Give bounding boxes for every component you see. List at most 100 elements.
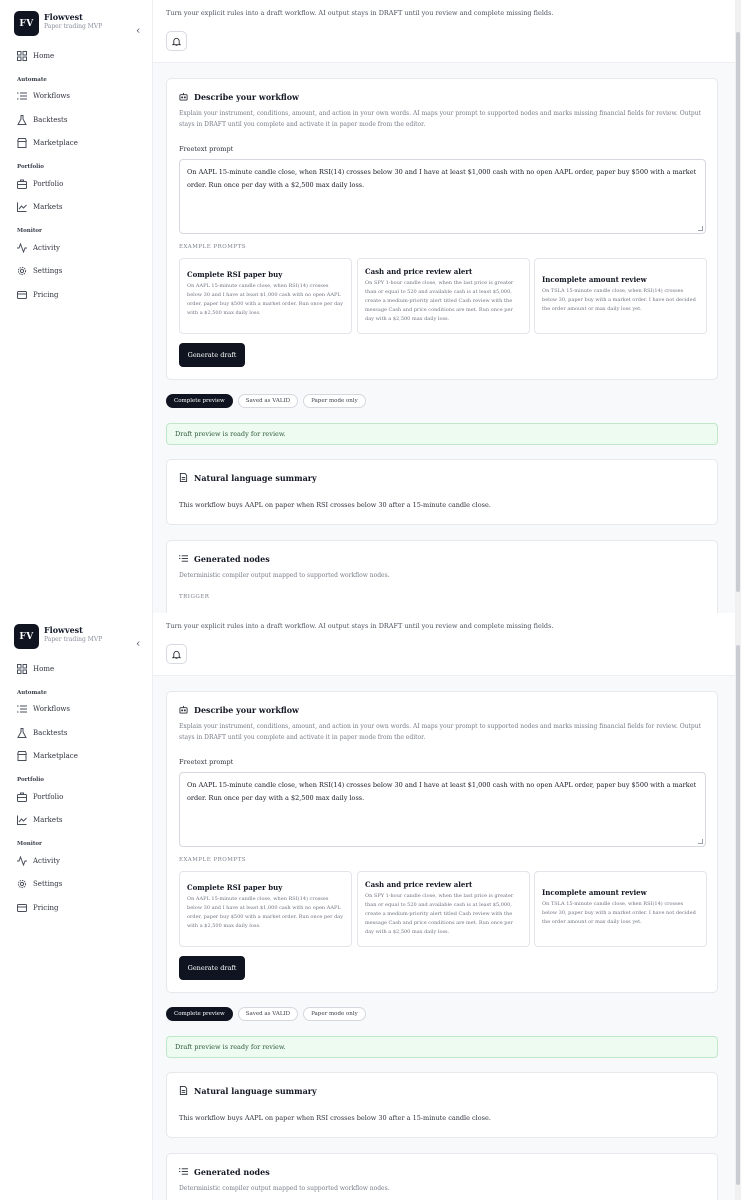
bell-icon xyxy=(172,37,181,46)
brand-subtitle: Paper trading MVP xyxy=(44,23,103,30)
prompt-textarea-value: On AAPL 15-minute candle close, when RSI… xyxy=(187,168,697,189)
example-card-incomplete[interactable]: Incomplete amount review On TSLA 15-minu… xyxy=(534,871,707,947)
sidebar-item-label: Portfolio xyxy=(33,792,64,801)
scrollbar-thumb[interactable] xyxy=(736,645,740,1185)
document-icon xyxy=(179,473,189,483)
notifications-button[interactable] xyxy=(166,31,187,51)
example-card-incomplete[interactable]: Incomplete amount review On TSLA 15-minu… xyxy=(534,258,707,334)
tab-complete-preview[interactable]: Complete preview xyxy=(166,394,233,408)
sidebar-item-label: Marketplace xyxy=(33,752,78,761)
sidebar-item-home[interactable]: Home xyxy=(0,657,153,681)
page-header: Turn your explicit rules into a draft wo… xyxy=(153,0,741,63)
chart-line-icon xyxy=(16,201,28,213)
nodes-title: Generated nodes xyxy=(179,554,270,564)
sidebar-item-label: Backtests xyxy=(33,728,68,737)
describe-description: Explain your instrument, conditions, amo… xyxy=(179,110,702,128)
sidebar-item-workflows[interactable]: Workflows xyxy=(0,698,153,722)
sidebar-item-pricing[interactable]: Pricing xyxy=(0,896,153,920)
flask-icon xyxy=(16,114,28,126)
describe-workflow-card: Describe your workflow Explain your inst… xyxy=(166,691,718,993)
scrollbar-thumb[interactable] xyxy=(736,32,740,592)
sidebar-item-label: Workflows xyxy=(33,92,70,101)
ready-banner: Draft preview is ready for review. xyxy=(166,423,718,445)
describe-title-text: Describe your workflow xyxy=(194,92,299,102)
status-badge-valid: Saved as VALID xyxy=(237,394,299,408)
example-card-rsi[interactable]: Complete RSI paper buy On AAPL 15-minute… xyxy=(179,871,352,947)
brand-logo: FV xyxy=(14,11,39,36)
briefcase-icon xyxy=(16,178,28,190)
nav-section-monitor: Monitor xyxy=(17,841,42,847)
sidebar-item-settings[interactable]: Settings xyxy=(0,873,153,897)
sidebar-item-label: Activity xyxy=(33,856,60,865)
list-icon xyxy=(179,554,189,564)
credit-card-icon xyxy=(16,902,28,914)
sidebar-item-marketplace[interactable]: Marketplace xyxy=(0,745,153,769)
example-card-cash[interactable]: Cash and price review alert On SPY 1-hou… xyxy=(357,258,530,334)
example-text: On AAPL 15-minute candle close, when RSI… xyxy=(187,283,344,316)
sidebar-item-workflows[interactable]: Workflows xyxy=(0,85,153,109)
page-header: Turn your explicit rules into a draft wo… xyxy=(153,613,741,676)
notifications-button[interactable] xyxy=(166,644,187,664)
sidebar-item-home[interactable]: Home xyxy=(0,44,153,68)
example-text: On SPY 1-hour candle close, when the las… xyxy=(365,893,514,935)
example-title: Complete RSI paper buy xyxy=(187,883,283,892)
sidebar-item-markets[interactable]: Markets xyxy=(0,196,153,220)
sidebar-item-label: Home xyxy=(33,51,55,60)
gear-icon xyxy=(16,878,28,890)
example-text: On AAPL 15-minute candle close, when RSI… xyxy=(187,896,344,929)
describe-title: Describe your workflow xyxy=(179,705,299,715)
generate-draft-button[interactable]: Generate draft xyxy=(179,956,245,980)
store-icon xyxy=(16,750,28,762)
chart-line-icon xyxy=(16,814,28,826)
prompt-textarea[interactable]: On AAPL 15-minute candle close, when RSI… xyxy=(179,772,706,847)
brand-name: Flowvest xyxy=(44,12,83,22)
scrollbar[interactable] xyxy=(735,0,741,613)
example-card-rsi[interactable]: Complete RSI paper buy On AAPL 15-minute… xyxy=(179,258,352,334)
sidebar-item-backtests[interactable]: Backtests xyxy=(0,108,153,132)
nav-section-monitor: Monitor xyxy=(17,228,42,234)
example-title: Complete RSI paper buy xyxy=(187,270,283,279)
list-icon xyxy=(16,703,28,715)
prompt-textarea[interactable]: On AAPL 15-minute candle close, when RSI… xyxy=(179,159,706,234)
sidebar-item-activity[interactable]: Activity xyxy=(0,236,153,260)
sidebar-item-pricing[interactable]: Pricing xyxy=(0,283,153,307)
main-content: Turn your explicit rules into a draft wo… xyxy=(153,613,741,1200)
nodes-title: Generated nodes xyxy=(179,1167,270,1177)
tab-complete-preview[interactable]: Complete preview xyxy=(166,1007,233,1021)
sidebar-item-portfolio[interactable]: Portfolio xyxy=(0,172,153,196)
sidebar-item-label: Marketplace xyxy=(33,139,78,148)
sidebar-item-settings[interactable]: Settings xyxy=(0,260,153,284)
resize-handle-icon[interactable] xyxy=(698,839,703,844)
example-text: On TSLA 15-minute candle close, when RSI… xyxy=(542,901,696,925)
sidebar-item-markets[interactable]: Markets xyxy=(0,809,153,833)
sidebar: FV Flowvest Paper trading MVP ‹ Home Aut… xyxy=(0,613,153,1200)
status-badge-valid: Saved as VALID xyxy=(237,1007,299,1021)
sidebar-item-portfolio[interactable]: Portfolio xyxy=(0,785,153,809)
list-icon xyxy=(16,90,28,102)
example-card-cash[interactable]: Cash and price review alert On SPY 1-hou… xyxy=(357,871,530,947)
prompt-textarea-value: On AAPL 15-minute candle close, when RSI… xyxy=(187,781,697,802)
nodes-description: Deterministic compiler output mapped to … xyxy=(179,1185,390,1192)
sidebar-item-backtests[interactable]: Backtests xyxy=(0,721,153,745)
grid-icon xyxy=(16,50,28,62)
generate-draft-button[interactable]: Generate draft xyxy=(179,343,245,367)
chevron-left-icon[interactable]: ‹ xyxy=(136,638,140,649)
sidebar-item-label: Portfolio xyxy=(33,179,64,188)
sidebar-item-label: Pricing xyxy=(33,290,59,299)
describe-workflow-card: Describe your workflow Explain your inst… xyxy=(166,78,718,380)
example-prompts-label: EXAMPLE PROMPTS xyxy=(179,857,247,863)
briefcase-icon xyxy=(16,791,28,803)
resize-handle-icon[interactable] xyxy=(698,226,703,231)
app-screen-top: FV Flowvest Paper trading MVP ‹ Home Aut… xyxy=(0,0,741,613)
sidebar-item-label: Settings xyxy=(33,880,63,889)
chevron-left-icon[interactable]: ‹ xyxy=(136,25,140,36)
sidebar-item-activity[interactable]: Activity xyxy=(0,849,153,873)
sidebar-item-marketplace[interactable]: Marketplace xyxy=(0,132,153,156)
example-text: On TSLA 15-minute candle close, when RSI… xyxy=(542,288,696,312)
sidebar-item-label: Markets xyxy=(33,816,63,825)
describe-title: Describe your workflow xyxy=(179,92,299,102)
scrollbar[interactable] xyxy=(735,613,741,1200)
nav-section-automate: Automate xyxy=(17,689,47,696)
summary-title-text: Natural language summary xyxy=(194,473,317,483)
sidebar-nav: Home Automate Workflows Backtests Market… xyxy=(0,44,153,307)
